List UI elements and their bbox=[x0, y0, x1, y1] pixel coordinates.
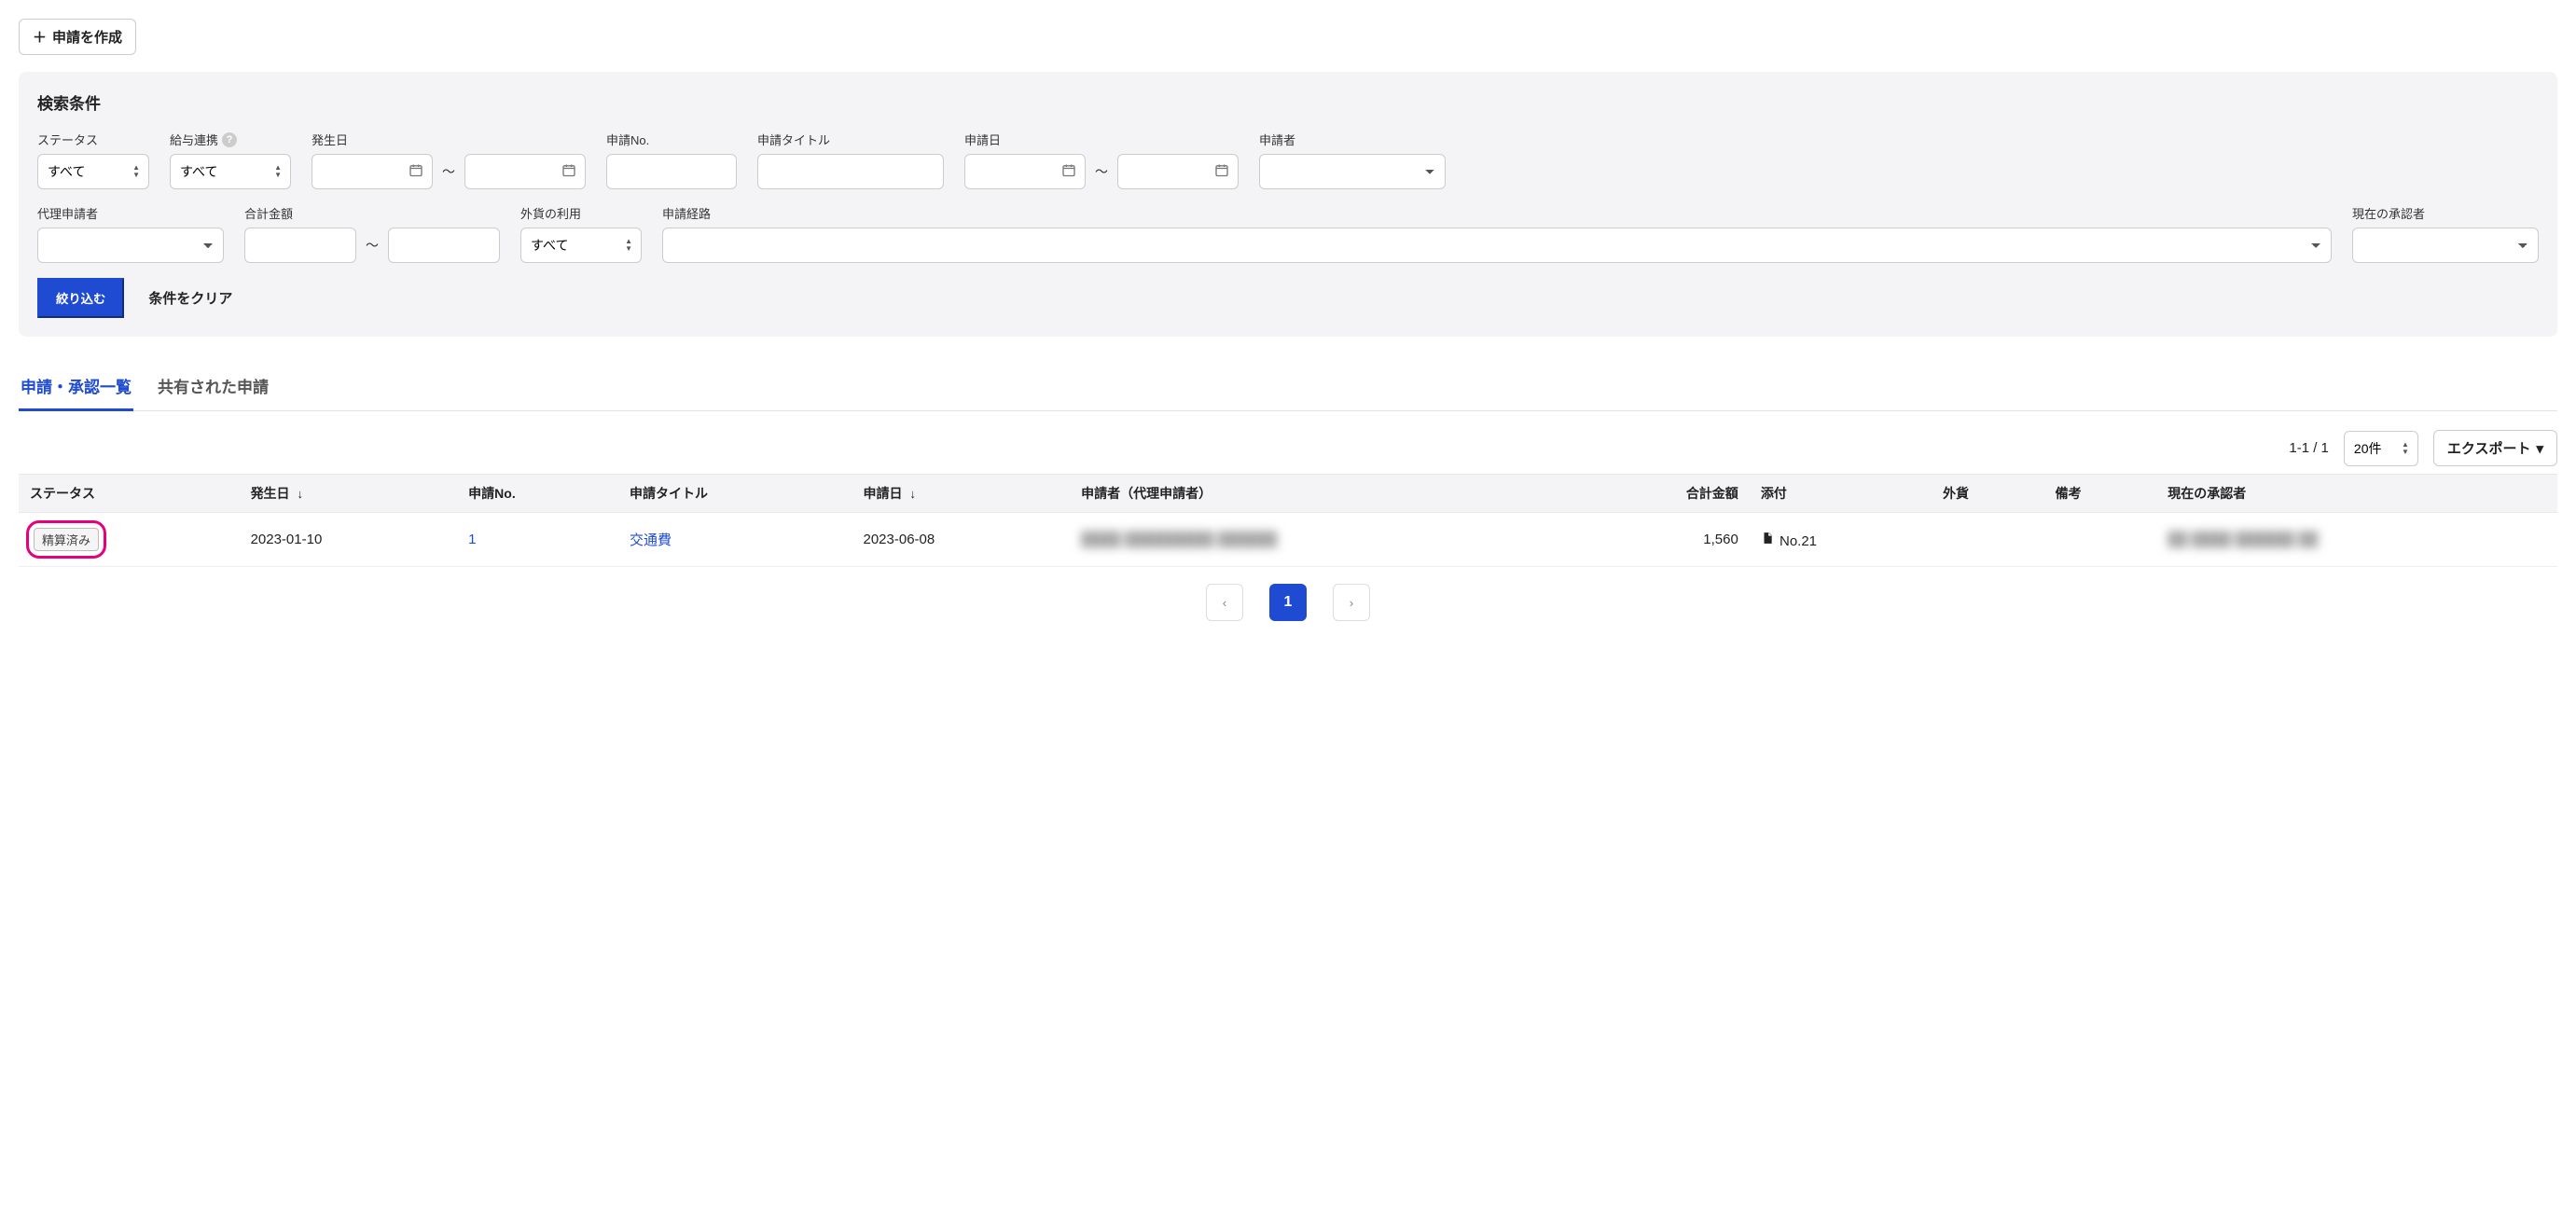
label-request-no: 申請No. bbox=[606, 131, 737, 148]
request-no-input[interactable] bbox=[606, 154, 737, 189]
label-proxy: 代理申請者 bbox=[37, 204, 224, 222]
occur-date-to[interactable] bbox=[464, 154, 586, 189]
result-count: 1-1 / 1 bbox=[2289, 440, 2329, 456]
table-row[interactable]: 精算済み 2023-01-10 1 交通費 2023-06-08 ████ ██… bbox=[19, 513, 2557, 567]
label-payroll: 給与連携 ? bbox=[170, 131, 291, 148]
document-icon bbox=[1761, 533, 1778, 549]
request-no-link[interactable]: 1 bbox=[468, 532, 476, 547]
proxy-applicant-select[interactable] bbox=[37, 228, 224, 263]
chevron-right-icon: › bbox=[1350, 596, 1353, 610]
amount-from-input[interactable] bbox=[244, 228, 356, 263]
label-total: 合計金額 bbox=[244, 204, 500, 222]
cell-attach: No.21 bbox=[1750, 513, 1932, 567]
col-attach: 添付 bbox=[1750, 475, 1932, 513]
page-next-button[interactable]: › bbox=[1333, 584, 1370, 621]
range-separator: 〜 bbox=[364, 236, 381, 255]
request-title-link[interactable]: 交通費 bbox=[630, 532, 672, 548]
col-total: 合計金額 bbox=[1576, 475, 1750, 513]
request-date-from[interactable] bbox=[964, 154, 1086, 189]
request-title-input[interactable] bbox=[757, 154, 944, 189]
payroll-select[interactable]: すべて bbox=[170, 154, 291, 189]
col-request-date[interactable]: 申請日 ↓ bbox=[852, 475, 1070, 513]
cell-applicant: ████ █████████ ██████ bbox=[1081, 532, 1277, 547]
label-status: ステータス bbox=[37, 131, 149, 148]
col-status: ステータス bbox=[19, 475, 240, 513]
page-current: 1 bbox=[1269, 584, 1307, 621]
request-date-to[interactable] bbox=[1117, 154, 1239, 189]
label-fx: 外貨の利用 bbox=[520, 204, 642, 222]
label-route: 申請経路 bbox=[662, 204, 2332, 222]
sort-desc-icon: ↓ bbox=[909, 487, 916, 501]
filter-button[interactable]: 絞り込む bbox=[37, 278, 124, 318]
caret-down-icon: ▾ bbox=[2536, 440, 2543, 457]
col-occur-date[interactable]: 発生日 ↓ bbox=[240, 475, 458, 513]
export-label: エクスポート bbox=[2447, 438, 2531, 458]
cell-fx bbox=[1932, 513, 2044, 567]
col-approver: 現在の承認者 bbox=[2156, 475, 2557, 513]
cell-total: 1,560 bbox=[1576, 513, 1750, 567]
status-select[interactable]: すべて bbox=[37, 154, 149, 189]
cell-remarks bbox=[2044, 513, 2157, 567]
tab-shared-requests[interactable]: 共有された申請 bbox=[156, 365, 270, 411]
help-icon[interactable]: ? bbox=[222, 132, 237, 147]
cell-request-date: 2023-06-08 bbox=[852, 513, 1070, 567]
col-title: 申請タイトル bbox=[618, 475, 852, 513]
occur-date-from[interactable] bbox=[312, 154, 433, 189]
range-separator: 〜 bbox=[440, 162, 457, 181]
create-request-label: 申請を作成 bbox=[52, 27, 122, 47]
col-remarks: 備考 bbox=[2044, 475, 2157, 513]
export-button[interactable]: エクスポート ▾ bbox=[2433, 430, 2557, 466]
amount-to-input[interactable] bbox=[388, 228, 500, 263]
chevron-left-icon: ‹ bbox=[1223, 596, 1226, 610]
cell-occur-date: 2023-01-10 bbox=[240, 513, 458, 567]
label-request-date: 申請日 bbox=[964, 131, 1239, 148]
sort-desc-icon: ↓ bbox=[297, 487, 303, 501]
page-size-select[interactable]: 20件 bbox=[2344, 431, 2418, 466]
request-table: ステータス 発生日 ↓ 申請No. 申請タイトル 申請日 ↓ 申請者（代理申請者… bbox=[19, 474, 2557, 567]
approver-select[interactable] bbox=[2352, 228, 2539, 263]
tab-request-list[interactable]: 申請・承認一覧 bbox=[19, 365, 133, 411]
page-prev-button[interactable]: ‹ bbox=[1206, 584, 1243, 621]
label-applicant: 申請者 bbox=[1259, 131, 1446, 148]
range-separator: 〜 bbox=[1093, 162, 1110, 181]
label-occur-date: 発生日 bbox=[312, 131, 586, 148]
cell-approver: ██ ████ ██████ ██ bbox=[2167, 532, 2318, 547]
tabs: 申請・承認一覧 共有された申請 bbox=[19, 365, 2557, 411]
clear-button[interactable]: 条件をクリア bbox=[143, 279, 238, 317]
plus-icon: ＋ bbox=[33, 27, 47, 47]
search-title: 検索条件 bbox=[37, 90, 2539, 114]
status-badge: 精算済み bbox=[34, 528, 99, 551]
search-panel: 検索条件 ステータス すべて ▲▼ 給与連携 ? すべて ▲▼ bbox=[19, 72, 2557, 337]
applicant-select[interactable] bbox=[1259, 154, 1446, 189]
col-request-no: 申請No. bbox=[457, 475, 618, 513]
col-fx: 外貨 bbox=[1932, 475, 2044, 513]
label-approver: 現在の承認者 bbox=[2352, 204, 2539, 222]
create-request-button[interactable]: ＋ 申請を作成 bbox=[19, 19, 136, 55]
pagination: ‹ 1 › bbox=[19, 584, 2557, 621]
route-select[interactable] bbox=[662, 228, 2332, 263]
fx-select[interactable]: すべて bbox=[520, 228, 642, 263]
search-actions: 絞り込む 条件をクリア bbox=[37, 278, 2539, 318]
status-highlight: 精算済み bbox=[30, 524, 103, 555]
search-row-1: ステータス すべて ▲▼ 給与連携 ? すべて ▲▼ 発生日 bbox=[37, 131, 2539, 189]
search-row-2: 代理申請者 合計金額 〜 外貨の利用 すべて ▲▼ 申請経路 bbox=[37, 204, 2539, 263]
table-header-row: ステータス 発生日 ↓ 申請No. 申請タイトル 申請日 ↓ 申請者（代理申請者… bbox=[19, 475, 2557, 513]
col-applicant: 申請者（代理申請者） bbox=[1070, 475, 1576, 513]
list-header: 1-1 / 1 20件 ▲▼ エクスポート ▾ bbox=[19, 430, 2557, 466]
label-request-title: 申請タイトル bbox=[757, 131, 944, 148]
